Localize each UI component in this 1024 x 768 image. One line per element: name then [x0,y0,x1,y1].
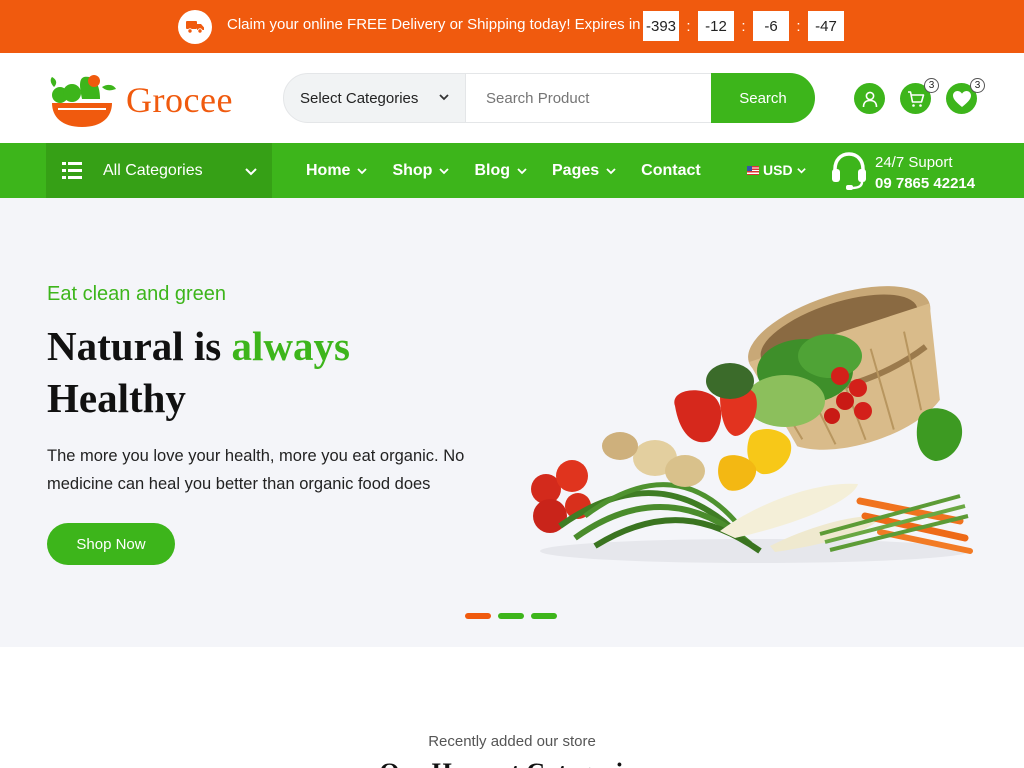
timer-hours: -12 [698,11,734,41]
slider-dot[interactable] [465,613,491,619]
hero-description: The more you love your health, more you … [47,447,465,493]
hero-title-part1: Natural is [47,323,232,369]
promo-bar: Claim your online FREE Delivery or Shipp… [0,0,1024,53]
chevron-down-icon [796,167,806,174]
hero-title: Natural is always Healthy [47,320,350,424]
menu: Home Shop Blog Pages Contact [306,143,725,198]
search-button[interactable]: Search [711,73,815,123]
timer-seconds: -47 [808,11,844,41]
menu-item-shop[interactable]: Shop [392,162,450,180]
heart-icon [952,90,971,107]
hero-title-accent: always [231,323,350,369]
headset-icon [832,152,866,190]
cart-button[interactable]: 3 [900,78,939,114]
search-input[interactable] [465,73,712,123]
menu-item-label: Home [306,161,351,179]
currency-selector[interactable]: USD [747,162,807,178]
currency-label: USD [763,162,793,178]
menu-item-label: Contact [641,161,701,179]
main-nav: All Categories Home Shop Blog Pages Cont… [0,143,1024,198]
support-phone[interactable]: 09 7865 42214 [875,173,975,194]
shop-now-button[interactable]: Shop Now [47,523,175,565]
category-select[interactable]: Select Categories [284,74,464,122]
menu-item-blog[interactable]: Blog [474,162,528,180]
vegetable-basket-image [531,286,973,563]
cart-count-badge: 3 [924,78,939,93]
cart-icon [907,90,924,107]
all-categories-label: All Categories [103,162,203,179]
wishlist-button[interactable]: 3 [946,78,985,114]
support-info: 24/7 Suport 09 7865 42214 [875,152,975,194]
timer-days: -393 [643,11,679,41]
timer-minutes: -6 [753,11,789,41]
logo-text: Grocee [126,80,233,120]
timer-separator: : [796,17,801,35]
list-icon [62,162,82,179]
logo-basket-icon [50,75,116,127]
account-button[interactable] [854,83,885,114]
search-bar: Select Categories Search [283,73,815,123]
us-flag-icon [747,165,759,175]
menu-item-pages[interactable]: Pages [552,162,617,180]
timer-separator: : [686,17,691,35]
menu-item-label: Blog [474,161,510,179]
menu-item-label: Shop [392,161,433,179]
chevron-down-icon [606,167,616,174]
chevron-down-icon [245,168,257,176]
wishlist-count-badge: 3 [970,78,985,93]
chevron-down-icon [357,167,368,174]
menu-item-label: Pages [552,161,600,179]
timer-separator: : [741,17,746,35]
menu-item-home[interactable]: Home [306,162,368,180]
chevron-down-icon [517,167,527,174]
chevron-down-icon [439,94,449,101]
category-select-label: Select Categories [300,89,419,107]
section-subtitle: Recently added our store [428,733,596,750]
slider-dot[interactable] [498,613,524,619]
section-title: Our Harvest Categories [0,758,1024,768]
logo[interactable]: Grocee [46,65,246,131]
hero-title-part2: Healthy [47,375,186,421]
hero-subtitle: Eat clean and green [47,283,227,305]
site-header: Grocee Select Categories Search 3 3 [0,53,1024,143]
menu-item-contact[interactable]: Contact [641,162,701,180]
hero-banner: Eat clean and green Natural is always He… [0,198,1024,647]
user-icon [862,91,877,107]
countdown-timer: -393 : -12 : -6 : -47 [643,11,844,41]
all-categories-button[interactable]: All Categories [46,143,272,198]
promo-text: Claim your online FREE Delivery or Shipp… [227,16,641,33]
truck-icon [178,10,212,44]
slider-dot[interactable] [531,613,557,619]
support-label: 24/7 Suport [875,154,953,171]
chevron-down-icon [439,167,450,174]
slider-dots [465,613,564,619]
